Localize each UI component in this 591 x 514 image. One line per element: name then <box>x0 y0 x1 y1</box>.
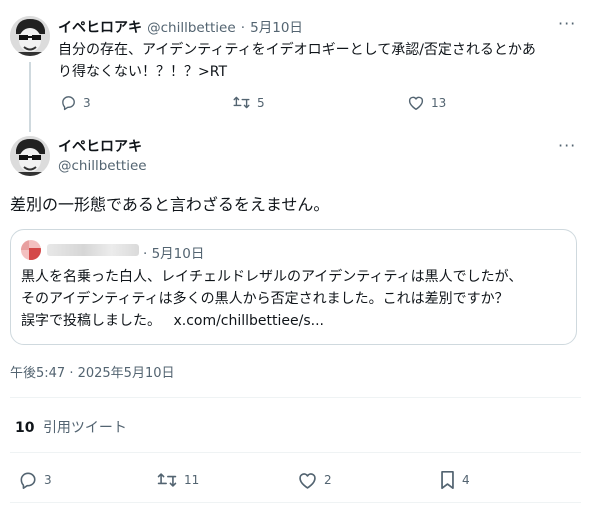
retweet-button[interactable]: 5 <box>232 94 265 111</box>
handle[interactable]: @chillbettiee <box>58 158 147 174</box>
divider <box>10 397 581 398</box>
like-count: 13 <box>431 95 447 110</box>
quote-label: 引用ツイート <box>42 420 127 436</box>
display-name[interactable]: イペヒロアキ <box>58 136 142 156</box>
avatar[interactable] <box>10 136 50 176</box>
retweet-button[interactable]: 11 <box>156 470 199 490</box>
tweet-timestamp[interactable]: 午後5:47 · 2025年5月10日 <box>10 362 175 381</box>
reply-icon <box>20 472 36 489</box>
heart-icon <box>299 473 316 489</box>
separator-dot: · <box>143 246 148 262</box>
bookmark-button[interactable]: 4 <box>439 470 470 490</box>
quote-count: 10 <box>15 420 35 436</box>
tweet-text-line: 自分の存在、アイデンティティをイデオロギーとして承認/否定されるとかあ <box>58 42 536 58</box>
retweet-icon <box>157 473 177 487</box>
divider <box>10 502 581 503</box>
bookmark-count: 4 <box>462 473 470 487</box>
quoted-text-line: そのアイデンティティは多くの黒人から否定されました。これは差別ですか？ <box>21 291 509 307</box>
tweet-text-line: り得なくない！？！？>RT <box>58 64 227 80</box>
retweet-count: 11 <box>184 473 200 487</box>
retweet-count: 5 <box>257 95 265 110</box>
like-button[interactable]: 13 <box>407 94 446 111</box>
thread-line <box>29 62 31 132</box>
avatar <box>21 240 41 260</box>
quoted-text-line: 黒人を名乗った白人、レイチェルドレザルのアイデンティティは黒人でしたが、 <box>21 269 523 285</box>
avatar[interactable] <box>10 16 50 56</box>
handle[interactable]: @chillbettiee <box>147 20 236 36</box>
reply-button[interactable]: 3 <box>18 470 52 490</box>
quote-tweets-link[interactable]: 10 引用ツイート <box>15 417 127 437</box>
reply-button[interactable]: 3 <box>60 94 91 111</box>
reply-icon <box>62 96 75 111</box>
blurred-display-name <box>47 244 139 256</box>
heart-icon <box>408 96 424 110</box>
retweet-icon <box>233 96 250 109</box>
display-name[interactable]: イペヒロアキ <box>58 20 142 36</box>
more-icon[interactable]: ··· <box>558 136 576 155</box>
reply-count: 3 <box>83 95 91 110</box>
tweet-date[interactable]: 5月10日 <box>250 20 303 36</box>
like-button[interactable]: 2 <box>297 470 332 490</box>
quoted-tweet-card[interactable]: · 5月10日 黒人を名乗った白人、レイチェルドレザルのアイデンティティは黒人で… <box>10 229 577 345</box>
separator-dot: · <box>240 20 246 36</box>
reply-count: 3 <box>44 473 52 487</box>
quoted-link[interactable]: x.com/chillbettiee/s... <box>173 313 324 329</box>
quoted-text-line: 誤字で投稿しました。 <box>21 313 161 329</box>
tweet-date[interactable]: 5月10日 <box>152 246 205 262</box>
like-count: 2 <box>324 473 332 487</box>
bookmark-icon <box>441 470 454 490</box>
tweet-text: 差別の一形態であると言わざるをえません。 <box>10 195 330 214</box>
more-icon[interactable]: ··· <box>558 14 576 33</box>
divider <box>10 452 581 453</box>
